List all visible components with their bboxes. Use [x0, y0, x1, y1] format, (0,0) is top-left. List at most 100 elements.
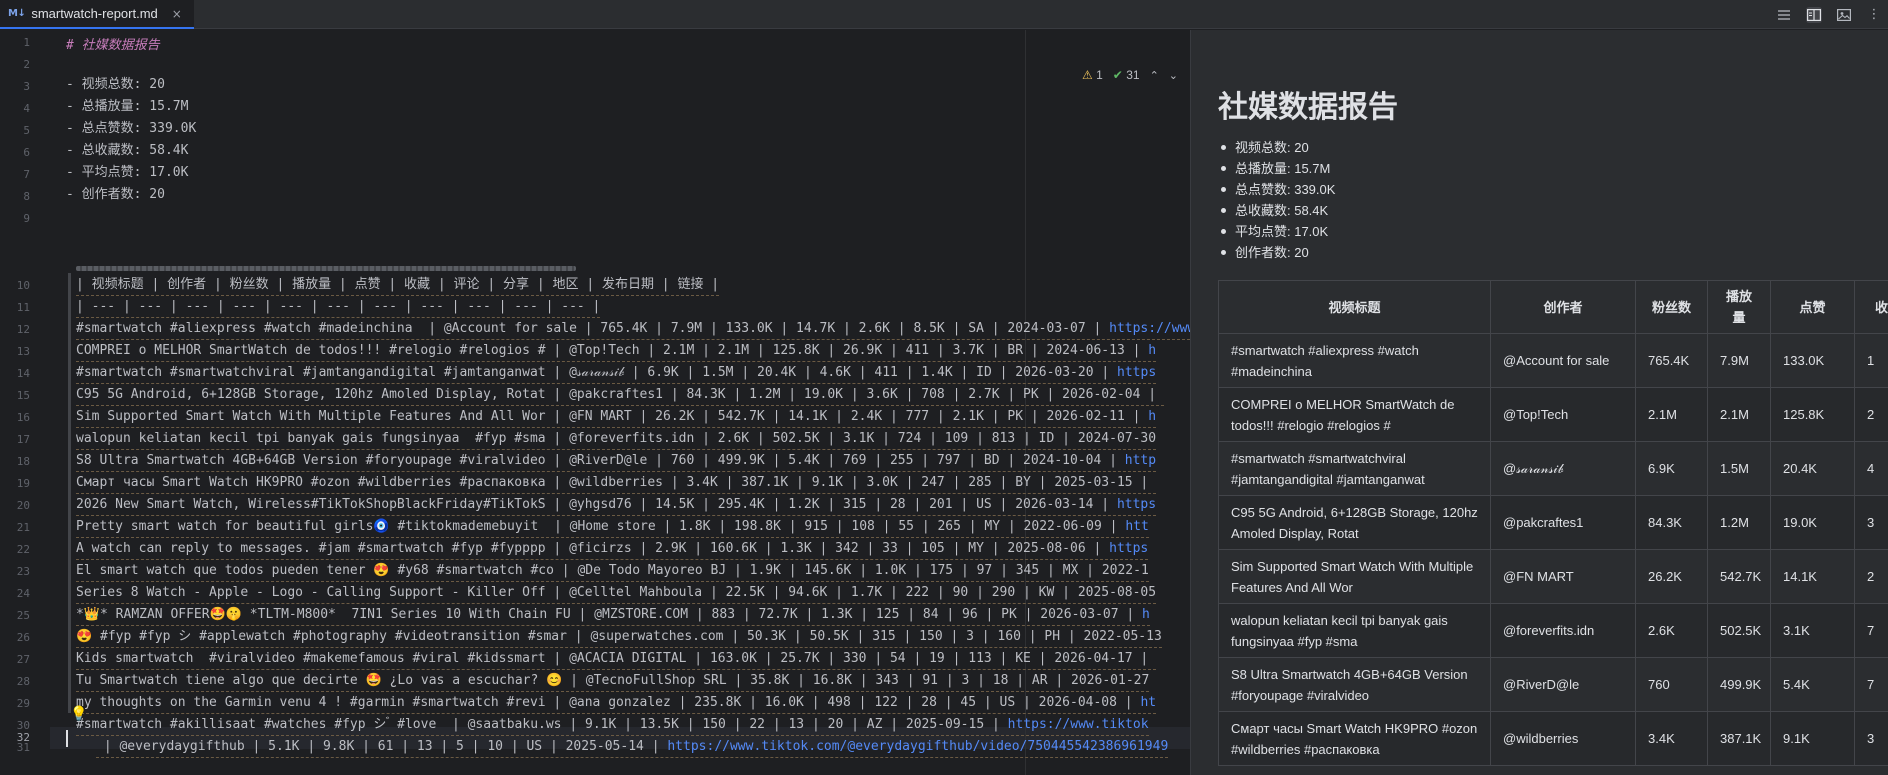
markdown-file-icon: M↓ [8, 8, 26, 19]
editor-and-preview-icon[interactable] [1806, 6, 1822, 23]
table-row-line[interactable]: 😍 #fyp #fyp シ #applewatch #photography #… [76, 626, 1162, 648]
preview-table-cell: S8 Ultra Smartwatch 4GB+64GB Version #fo… [1218, 657, 1491, 712]
line-number: 5 [23, 124, 30, 137]
table-row-line[interactable]: my thoughts on the Garmin venu 4 ! #garm… [76, 692, 1157, 714]
line-number: 25 [16, 609, 30, 622]
checks-indicator[interactable]: ✔ 31 [1113, 68, 1140, 82]
preview-table-cell: C95 5G Android, 6+128GB Storage, 120hz A… [1218, 495, 1491, 550]
line-number: 2 [23, 58, 30, 71]
preview-table-row: C95 5G Android, 6+128GB Storage, 120hz A… [1218, 495, 1888, 550]
stat-line[interactable]: - 总点赞数: 339.0K [66, 118, 196, 140]
checks-count: 31 [1126, 68, 1140, 82]
preview-table-header-cell: 收 [1854, 280, 1888, 334]
preview-table-cell: 502.5K [1707, 603, 1771, 658]
preview-table-cell: 760 [1635, 657, 1708, 712]
preview-table-cell: 84.3K [1635, 495, 1708, 550]
check-icon: ✔ [1112, 68, 1123, 82]
table-row-line[interactable]: #smartwatch #aliexpress #watch #madeinch… [76, 318, 1190, 340]
video-link[interactable]: https://www.tiktok.com/@everydaygifthub/… [667, 739, 1168, 754]
table-row-line[interactable]: #smartwatch #smartwatchviral #jamtangand… [76, 362, 1157, 384]
table-row-line[interactable]: El smart watch que todos pueden tener 😍 … [76, 560, 1149, 582]
table-row-line[interactable]: #smartwatch #akillisaat #watches #fyp シ … [76, 714, 1149, 736]
table-row-line[interactable]: COMPREI o MELHOR SmartWatch de todos!!! … [76, 340, 1157, 362]
table-row-line[interactable]: *👑* RAMZAN OFFER🤩🤫 *TLTM-M800* 7IN1 Seri… [76, 604, 1150, 626]
preview-table-cell: 3 [1854, 711, 1888, 766]
video-link[interactable]: h [1148, 343, 1156, 358]
stat-line[interactable]: - 创作者数: 20 [66, 184, 165, 206]
video-link[interactable]: h [1148, 409, 1156, 424]
table-row-line[interactable]: Pretty smart watch for beautiful girls🧿 … [76, 516, 1149, 538]
table-column-bar[interactable] [76, 266, 576, 271]
file-tab-label[interactable]: smartwatch-report.md [31, 6, 157, 21]
editor-tab-bar: M↓ smartwatch-report.md × ⋮ [0, 0, 1888, 29]
video-link[interactable]: https [1109, 541, 1148, 556]
table-row-line[interactable]: S8 Ultra Smartwatch 4GB+64GB Version #fo… [76, 450, 1157, 472]
video-link[interactable]: https://www.tiktok [1008, 717, 1149, 732]
video-link[interactable]: https [1117, 365, 1156, 380]
preview-table-cell: #smartwatch #aliexpress #watch #madeinch… [1218, 333, 1491, 388]
video-link[interactable]: ht [1140, 695, 1156, 710]
line-number: 15 [16, 389, 30, 402]
stat-line[interactable]: - 平均点赞: 17.0K [66, 162, 188, 184]
video-link[interactable]: https [1117, 497, 1156, 512]
table-header-line[interactable]: | 视频标题 | 创作者 | 粉丝数 | 播放量 | 点赞 | 收藏 | 评论 … [76, 274, 720, 296]
preview-stat-item: 总播放量: 15.7M [1220, 158, 1335, 179]
table-row-text: #smartwatch #aliexpress #watch #madeinch… [76, 321, 1110, 336]
table-row-line[interactable]: C95 5G Android, 6+128GB Storage, 120hz A… [76, 384, 1164, 406]
stat-line[interactable]: - 总收藏数: 58.4K [66, 140, 188, 162]
preview-table-row: Смарт часы Smart Watch HK9PRO #ozon #wil… [1218, 711, 1888, 766]
table-row-text: 2026 New Smart Watch, Wireless#TikTokSho… [76, 497, 1117, 512]
table-row-line[interactable]: walopun keliatan kecil tpi banyak gais f… [76, 428, 1157, 450]
stat-line[interactable]: - 总播放量: 15.7M [66, 96, 188, 118]
table-row-line[interactable]: Tu Smartwatch tiene algo que decirte 🤩 ¿… [76, 670, 1150, 692]
video-link[interactable]: htt [1125, 519, 1148, 534]
table-row-line[interactable]: Sim Supported Smart Watch With Multiple … [76, 406, 1157, 428]
preview-only-icon[interactable] [1836, 7, 1852, 23]
preview-table-cell: @wildberries [1490, 711, 1636, 766]
warnings-indicator[interactable]: ⚠ 1 [1082, 68, 1103, 82]
video-link[interactable]: https://www [1109, 321, 1190, 336]
table-row-text: A watch can reply to messages. #jam #sma… [76, 541, 1110, 556]
line-number: 22 [16, 543, 30, 556]
inspection-widget[interactable]: ⚠ 1 ✔ 31 ⌃ ⌄ [1082, 68, 1178, 82]
markdown-editor[interactable]: 1 2 3 4 5 6 7 8 9 10 11 12 13 14 15 16 17 18 19 20 21 22 23 24 2… [0, 30, 1190, 775]
close-tab-icon[interactable]: × [172, 7, 182, 21]
table-separator-line[interactable]: | --- | --- | --- | --- | --- | --- | --… [76, 296, 601, 318]
video-link[interactable]: http [1125, 453, 1156, 468]
line-number: 16 [16, 411, 30, 424]
video-link[interactable]: h [1142, 607, 1150, 622]
markdown-preview: 社媒数据报告 视频总数: 20 总播放量: 15.7M 总点赞数: 339.0K 总收… [1190, 30, 1888, 775]
table-row-bar[interactable] [68, 273, 71, 713]
table-row-line[interactable]: 2026 New Smart Watch, Wireless#TikTokSho… [76, 494, 1157, 516]
preview-table: 视频标题 创作者 粉丝数 播放量 点赞收 #smartwatch #aliexpress… [1218, 280, 1888, 766]
file-tab[interactable]: M↓ smartwatch-report.md × [0, 0, 194, 29]
editor-only-icon[interactable] [1776, 7, 1792, 23]
table-row-line[interactable]: Kids smartwatch #viralvideo #makemefamou… [76, 648, 1157, 670]
next-highlight-icon[interactable]: ⌄ [1169, 69, 1178, 82]
table-row-line[interactable]: Смарт часы Smart Watch HK9PRO #ozon #wil… [76, 472, 1157, 494]
preview-table-cell: @FN MART [1490, 549, 1636, 604]
preview-table-cell: Смарт часы Smart Watch HK9PRO #ozon #wil… [1218, 711, 1491, 766]
preview-table-header-cell: 粉丝数 [1635, 280, 1708, 334]
preview-table-cell: 133.0K [1770, 333, 1855, 388]
preview-table-cell: 387.1K [1707, 711, 1771, 766]
lightbulb-icon[interactable]: 💡 [70, 706, 87, 722]
preview-table-row: COMPREI o MELHOR SmartWatch de todos!!! … [1218, 387, 1888, 442]
preview-title: 社媒数据报告 [1218, 91, 1398, 124]
heading-line[interactable]: # 社媒数据报告 [66, 35, 160, 57]
table-row-line[interactable]: | @everydaygifthub | 5.1K | 9.8K | 61 | … [96, 736, 1169, 758]
preview-table-cell: 26.2K [1635, 549, 1708, 604]
table-row-text: 😍 #fyp #fyp シ #applewatch #photography #… [76, 629, 1162, 644]
table-row-line[interactable]: Series 8 Watch - Apple - Logo - Calling … [76, 582, 1157, 604]
preview-table-cell: 2 [1854, 387, 1888, 442]
table-row-line[interactable]: A watch can reply to messages. #jam #sma… [76, 538, 1149, 560]
preview-stat-item: 总收藏数: 58.4K [1220, 200, 1335, 221]
preview-table-row: S8 Ultra Smartwatch 4GB+64GB Version #fo… [1218, 657, 1888, 712]
line-number: 7 [23, 168, 30, 181]
previous-highlight-icon[interactable]: ⌃ [1150, 69, 1159, 82]
preview-table-cell: 6.9K [1635, 441, 1708, 496]
stat-line[interactable]: - 视频总数: 20 [66, 74, 165, 96]
table-row-text: Series 8 Watch - Apple - Logo - Calling … [76, 585, 1157, 600]
more-options-icon[interactable]: ⋮ [1866, 7, 1882, 23]
table-row-text: | @everydaygifthub | 5.1K | 9.8K | 61 | … [96, 739, 668, 754]
